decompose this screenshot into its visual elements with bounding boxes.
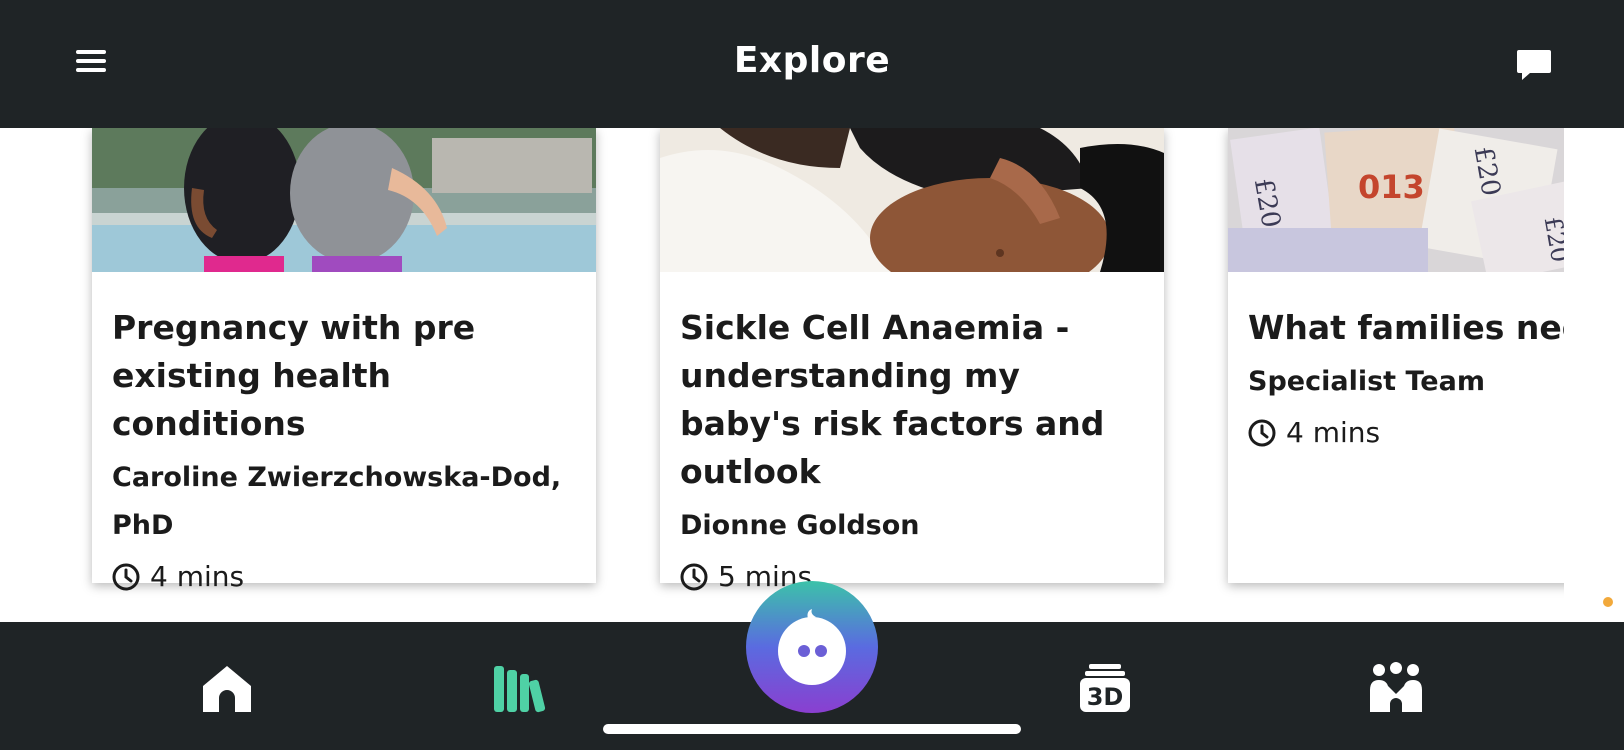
read-time-label: 4 mins bbox=[1286, 416, 1381, 449]
top-app-bar: Explore bbox=[0, 0, 1624, 128]
3d-label: 3D bbox=[1087, 683, 1124, 711]
home-indicator-bar[interactable] bbox=[603, 724, 1021, 734]
article-card[interactable]: 013 £20 £20 £20 What families need Speci… bbox=[1228, 128, 1564, 583]
read-time-label: 4 mins bbox=[150, 560, 245, 593]
article-author: Dionne Goldson bbox=[680, 510, 920, 541]
clock-icon bbox=[1248, 419, 1276, 446]
assistant-icon bbox=[778, 609, 846, 685]
3d-view-icon[interactable]: 3D bbox=[1077, 660, 1133, 716]
library-icon[interactable] bbox=[490, 660, 546, 716]
community-icon[interactable] bbox=[1368, 660, 1424, 716]
article-title: Pregnancy with pre existing health condi… bbox=[112, 308, 476, 443]
card-content: Pregnancy with pre existing health condi… bbox=[112, 304, 582, 593]
chat-icon[interactable] bbox=[1516, 48, 1552, 82]
author-credential-line: PhD bbox=[112, 510, 174, 541]
article-image-pregnant-woman-resting bbox=[660, 128, 1164, 272]
assistant-button[interactable] bbox=[746, 581, 878, 713]
svg-text:013: 013 bbox=[1358, 168, 1425, 206]
clock-icon bbox=[680, 563, 708, 590]
card-content: What families need Specialist Team 4 min… bbox=[1248, 304, 1564, 449]
home-icon[interactable] bbox=[199, 660, 255, 716]
article-carousel[interactable]: Pregnancy with pre existing health condi… bbox=[0, 128, 1564, 622]
article-image-banknotes: 013 £20 £20 £20 bbox=[1228, 128, 1564, 272]
card-content: Sickle Cell Anaemia - understanding my b… bbox=[680, 304, 1150, 593]
article-card[interactable]: Pregnancy with pre existing health condi… bbox=[92, 128, 596, 593]
article-author: Caroline Zwierzchowska-Dod, PhD bbox=[112, 454, 582, 550]
article-image-pregnant-women bbox=[92, 128, 596, 272]
article-title: What families need bbox=[1248, 308, 1564, 347]
article-title: Sickle Cell Anaemia - understanding my b… bbox=[680, 308, 1105, 491]
page-title: Explore bbox=[733, 40, 891, 81]
clock-icon bbox=[112, 563, 140, 590]
read-time: 4 mins bbox=[112, 560, 582, 593]
article-author: Specialist Team bbox=[1248, 366, 1485, 397]
author-name-line: Caroline Zwierzchowska-Dod, bbox=[112, 462, 562, 493]
scroll-position-indicator bbox=[1603, 597, 1613, 607]
article-card[interactable]: Sickle Cell Anaemia - understanding my b… bbox=[660, 128, 1164, 593]
read-time: 4 mins bbox=[1248, 416, 1564, 449]
